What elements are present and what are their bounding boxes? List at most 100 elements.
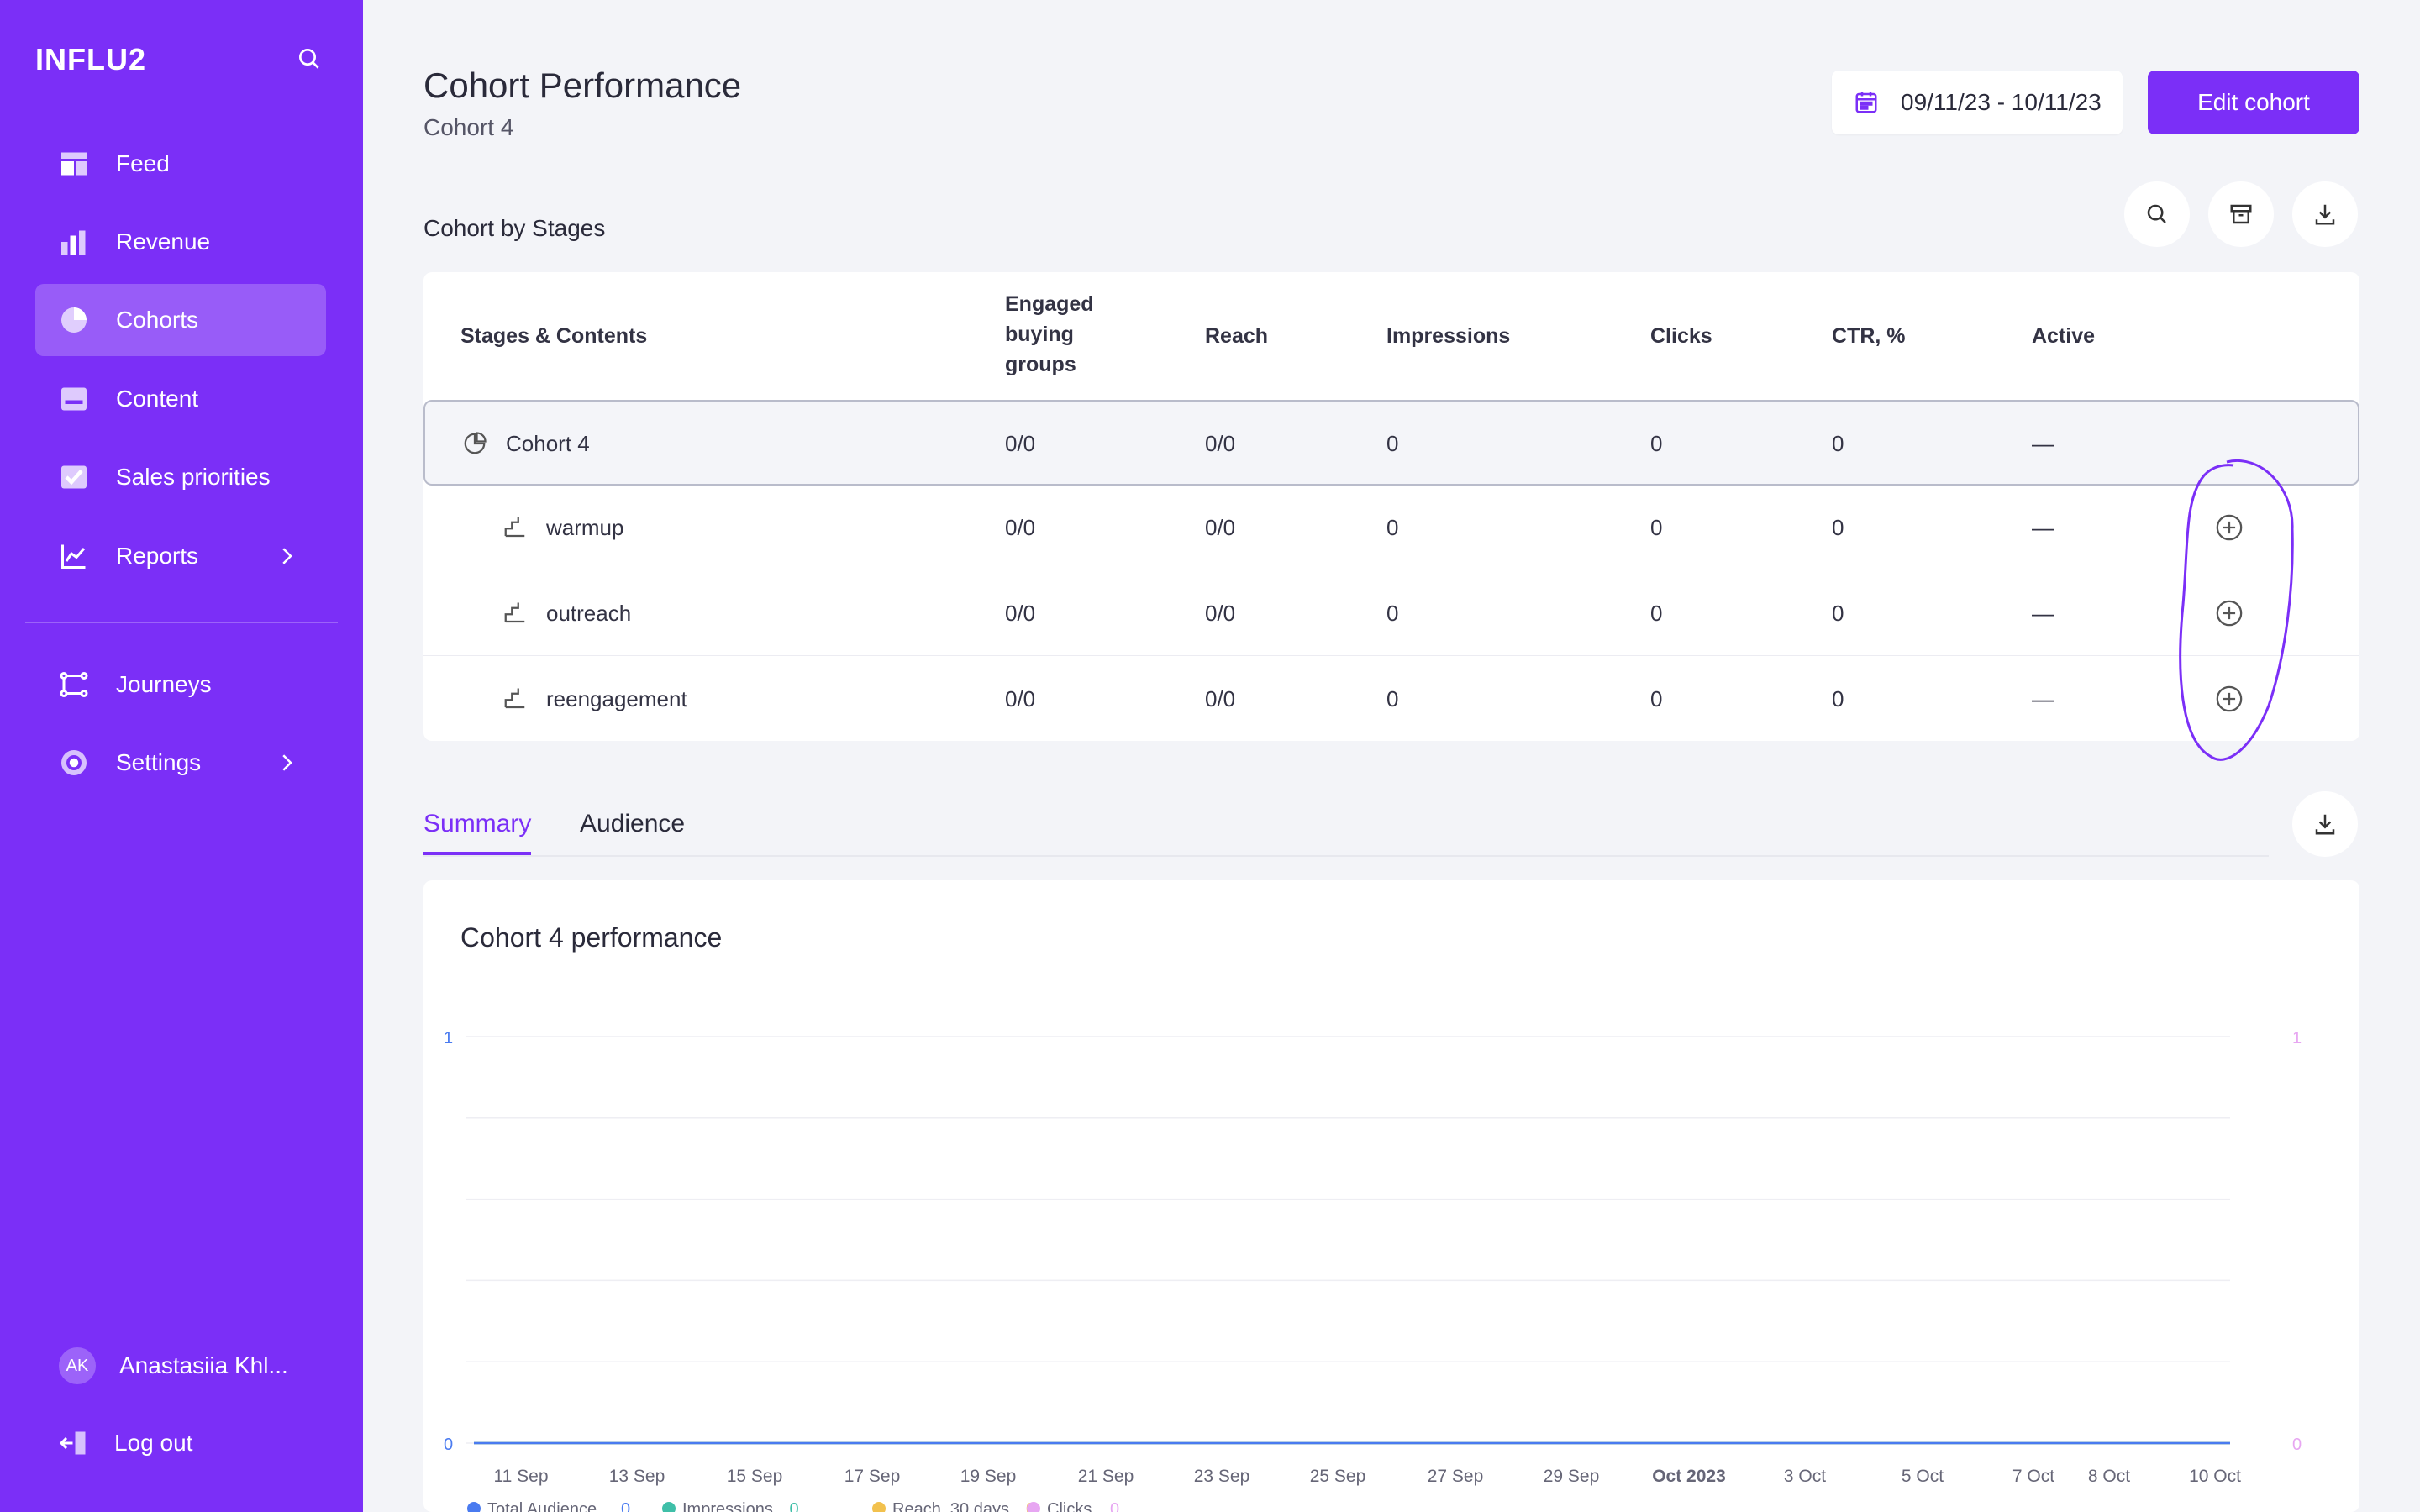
impressions-cell: 0	[1386, 600, 1399, 626]
legend-value: 0	[1110, 1500, 1119, 1512]
x-tick-label: Oct 2023	[1652, 1467, 1726, 1486]
user-name: Anastasiia Khl...	[119, 1352, 288, 1378]
x-tick-label: 5 Oct	[1902, 1467, 1944, 1486]
ctr-cell: 0	[1832, 600, 1844, 626]
calendar-icon	[1855, 92, 1877, 113]
table-row-cohort[interactable]: Cohort 4 0/0 0/0 0 0 0 —	[424, 400, 2360, 486]
edit-cohort-button[interactable]: Edit cohort	[2148, 71, 2360, 134]
tab-summary[interactable]: Summary	[424, 810, 531, 838]
stage-icon	[504, 688, 525, 709]
column-header-line: groups	[1005, 353, 1076, 376]
x-tick-label: 7 Oct	[2012, 1467, 2054, 1486]
sidebar-item-reports[interactable]: Reports	[35, 520, 326, 592]
user-profile[interactable]: AK Anastasiia Khl...	[59, 1347, 288, 1384]
chevron-right-icon[interactable]	[274, 543, 299, 569]
impressions-cell: 0	[1386, 430, 1399, 456]
section-title: Cohort by Stages	[424, 215, 606, 241]
performance-chart: 1 0 1 0 11 Sep 13 Sep 15 Sep 17 Sep 19 Sep 21 Sep…	[444, 1029, 2302, 1512]
logout-button[interactable]: Log out	[59, 1428, 192, 1458]
table-row-stage[interactable]: reengagement 0/0 0/0 0 0 0 —	[424, 657, 2360, 741]
sidebar-item-label: Feed	[116, 150, 170, 176]
table-row-stage[interactable]: outreach 0/0 0/0 0 0 0 —	[424, 571, 2360, 656]
date-range-picker[interactable]: 09/11/23 - 10/11/23	[1832, 71, 2123, 134]
column-header-ctr[interactable]: CTR, %	[1832, 321, 1906, 351]
x-tick-label: 17 Sep	[844, 1467, 901, 1486]
legend-label: Total Audience	[487, 1500, 597, 1512]
x-tick-label: 13 Sep	[609, 1467, 666, 1486]
legend-marker	[662, 1502, 676, 1512]
tabs-divider	[424, 855, 2269, 857]
y-tick-left: 1	[444, 1029, 453, 1047]
sidebar-divider	[25, 622, 338, 623]
legend-marker	[467, 1502, 481, 1512]
sidebar-item-content[interactable]: Content	[35, 363, 326, 435]
brand-logo[interactable]: INFLU2	[35, 42, 146, 77]
checkbox-icon	[61, 465, 87, 489]
table-download-button[interactable]	[2292, 181, 2358, 247]
engaged-cell: 0/0	[1005, 685, 1036, 711]
stage-name-cell: Cohort 4	[462, 402, 590, 486]
pie-chart-icon	[464, 432, 487, 454]
line-chart-icon	[61, 544, 86, 569]
ctr-cell: 0	[1832, 685, 1844, 711]
active-cell: —	[2032, 514, 2054, 540]
clicks-cell: 0	[1650, 685, 1663, 711]
tab-active-indicator	[424, 852, 531, 855]
archive-button[interactable]	[2208, 181, 2274, 247]
reach-cell: 0/0	[1205, 685, 1236, 711]
ctr-cell: 0	[1832, 514, 1844, 540]
x-tick-label: 29 Sep	[1544, 1467, 1600, 1486]
clicks-cell: 0	[1650, 600, 1663, 626]
x-tick-label: 3 Oct	[1784, 1467, 1826, 1486]
tab-audience[interactable]: Audience	[580, 810, 685, 838]
table-search-button[interactable]	[2124, 181, 2190, 247]
search-icon[interactable]	[296, 45, 323, 72]
sidebar-item-label: Reports	[116, 543, 199, 569]
column-header-active[interactable]: Active	[2032, 321, 2095, 351]
legend-label: Impressions	[682, 1500, 773, 1512]
sidebar-item-cohorts[interactable]: Cohorts	[35, 284, 326, 356]
clicks-cell: 0	[1650, 430, 1663, 456]
column-header-line: Engaged	[1005, 292, 1094, 316]
sidebar: INFLU2 Feed Revenue Cohorts Content Sale…	[0, 0, 363, 1512]
feed-icon	[61, 152, 87, 176]
x-tick-label: 27 Sep	[1428, 1467, 1484, 1486]
table-row-stage[interactable]: warmup 0/0 0/0 0 0 0 —	[424, 486, 2360, 570]
sidebar-item-sales-priorities[interactable]: Sales priorities	[35, 441, 326, 513]
reach-cell: 0/0	[1205, 430, 1236, 456]
x-tick-label: 15 Sep	[727, 1467, 783, 1486]
chevron-right-icon[interactable]	[274, 750, 299, 775]
date-range-value: 09/11/23 - 10/11/23	[1901, 89, 2102, 115]
page-subtitle: Cohort 4	[424, 114, 514, 140]
stage-name: outreach	[546, 600, 632, 626]
chart-download-button[interactable]	[2292, 791, 2358, 857]
engaged-cell: 0/0	[1005, 600, 1036, 626]
sidebar-item-feed[interactable]: Feed	[35, 128, 326, 200]
column-header-clicks[interactable]: Clicks	[1650, 321, 1712, 351]
sidebar-item-settings[interactable]: Settings	[35, 727, 326, 799]
y-tick-left: 0	[444, 1436, 453, 1454]
annotation-circle	[2179, 459, 2294, 761]
sidebar-item-label: Sales priorities	[116, 464, 271, 490]
legend-label: Reach, 30 days	[892, 1500, 1009, 1512]
column-header-engaged[interactable]: Engaged buying groups	[1005, 289, 1094, 380]
column-header-stages[interactable]: Stages & Contents	[460, 321, 647, 351]
column-header-reach[interactable]: Reach	[1205, 321, 1268, 351]
stage-name-cell: outreach	[502, 571, 631, 655]
active-cell: —	[2032, 430, 2054, 456]
stages-table: Stages & Contents Engaged buying groups …	[424, 272, 2360, 741]
engaged-cell: 0/0	[1005, 514, 1036, 540]
sidebar-item-label: Settings	[116, 749, 202, 775]
stage-name: reengagement	[546, 685, 687, 711]
logout-label: Log out	[114, 1430, 193, 1456]
active-cell: —	[2032, 600, 2054, 626]
column-header-impressions[interactable]: Impressions	[1386, 321, 1510, 351]
sidebar-item-journeys[interactable]: Journeys	[35, 648, 326, 721]
bar-chart-icon	[61, 230, 86, 255]
x-tick-label: 23 Sep	[1194, 1467, 1250, 1486]
archive-icon	[2230, 204, 2252, 224]
page-title: Cohort Performance	[424, 66, 742, 105]
sidebar-item-revenue[interactable]: Revenue	[35, 206, 326, 278]
reach-cell: 0/0	[1205, 514, 1236, 540]
stage-name-cell: warmup	[502, 486, 623, 570]
